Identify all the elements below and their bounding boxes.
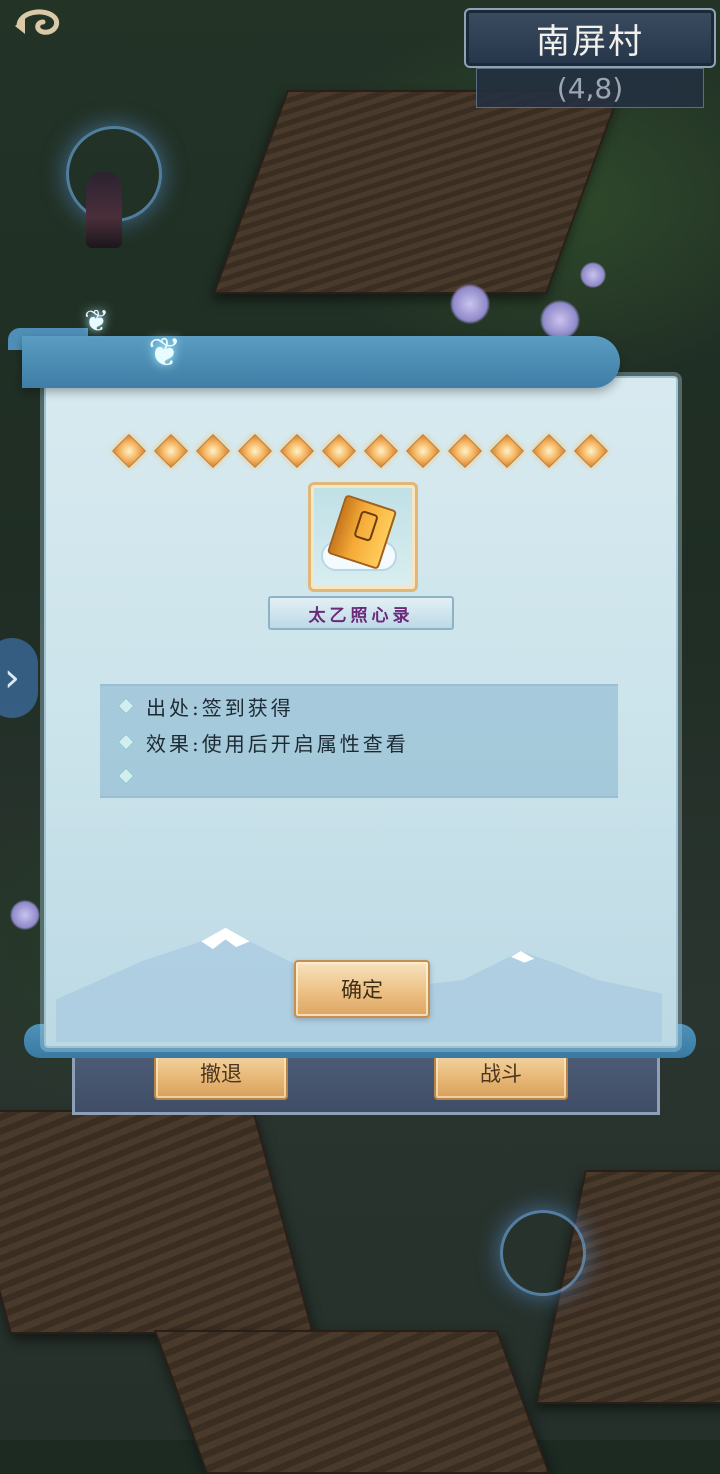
house-roof: [153, 1330, 551, 1474]
item-info-box: 出处:签到获得 效果:使用后开启属性查看: [100, 684, 618, 798]
side-expand-button[interactable]: ›: [0, 638, 38, 718]
chevron-right-icon: ›: [4, 655, 20, 701]
blossom-decoration: [580, 262, 606, 288]
star-rating: [110, 432, 610, 472]
house-roof: [0, 1110, 315, 1334]
info-source-text: 出处:签到获得: [146, 695, 294, 720]
star-icon: [320, 432, 358, 470]
star-icon: [152, 432, 190, 470]
star-icon: [362, 432, 400, 470]
teleport-portal[interactable]: [500, 1210, 586, 1296]
star-icon: [488, 432, 526, 470]
star-icon: [446, 432, 484, 470]
star-icon: [278, 432, 316, 470]
blossom-decoration: [10, 900, 40, 930]
info-effect-text: 效果:使用后开启属性查看: [146, 731, 409, 756]
confirm-button[interactable]: 确定: [294, 960, 430, 1018]
star-icon: [236, 432, 274, 470]
diamond-bullet-icon: [117, 767, 135, 785]
player-character[interactable]: [86, 172, 122, 248]
location-coordinates: (4,8): [476, 68, 704, 108]
item-name: 太乙照心录: [268, 596, 454, 630]
house-roof: [212, 90, 622, 294]
swirl-back-icon: [9, 4, 73, 54]
info-row-effect: 效果:使用后开启属性查看: [117, 726, 409, 758]
item-icon-frame[interactable]: [308, 482, 418, 592]
info-row-source: 出处:签到获得: [117, 690, 294, 722]
diamond-bullet-icon: [117, 733, 135, 751]
star-icon: [572, 432, 610, 470]
scroll-top-rod: [22, 336, 620, 388]
diamond-bullet-icon: [117, 697, 135, 715]
star-icon: [530, 432, 568, 470]
butterfly-icon: ❦: [148, 330, 182, 376]
star-icon: [110, 432, 148, 470]
back-button[interactable]: [6, 6, 76, 52]
butterfly-icon: ❦: [84, 304, 110, 339]
location-name: 南屏村: [464, 8, 716, 68]
blossom-decoration: [450, 284, 490, 324]
info-row-empty: [117, 760, 146, 792]
star-icon: [194, 432, 232, 470]
star-icon: [404, 432, 442, 470]
blossom-decoration: [540, 300, 580, 340]
